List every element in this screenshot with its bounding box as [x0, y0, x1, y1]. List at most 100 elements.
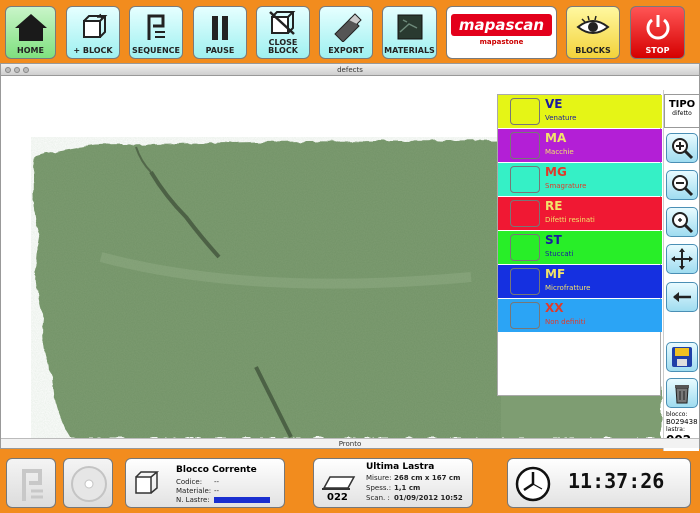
- sequence-icon: [147, 14, 165, 40]
- defect-row-xx[interactable]: XX Non definiti: [498, 299, 662, 332]
- close-block-label: CLOSE BLOCK: [268, 38, 298, 55]
- defect-swatch[interactable]: [510, 132, 540, 159]
- home-label: HOME: [17, 46, 44, 55]
- back-button[interactable]: [666, 282, 698, 312]
- current-block-panel: Blocco Corrente Codice: -- Materiale: --…: [125, 458, 285, 508]
- tipo-header: TIPO difetto: [664, 94, 700, 128]
- defect-code: MA: [545, 131, 567, 145]
- lastra-label: lastra:: [666, 426, 685, 433]
- pause-button[interactable]: PAUSE: [193, 6, 247, 59]
- defect-name: Smagrature: [545, 182, 587, 190]
- defect-swatch[interactable]: [510, 268, 540, 295]
- defect-row-ma[interactable]: MA Macchie: [498, 129, 662, 162]
- disc-button[interactable]: [63, 458, 113, 508]
- defect-code: MF: [545, 267, 566, 281]
- save-button[interactable]: [666, 342, 698, 372]
- materials-button[interactable]: MATERIALS: [382, 6, 437, 59]
- defect-code: VE: [545, 97, 563, 111]
- sequence-label: SEQUENCE: [131, 46, 181, 55]
- usb-drive-icon: [334, 13, 362, 42]
- clock-panel: 11:37:26: [507, 458, 691, 508]
- defect-code: MG: [545, 165, 567, 179]
- defect-swatch[interactable]: [510, 166, 540, 193]
- defect-code: RE: [545, 199, 563, 213]
- defect-name: Macchie: [545, 148, 574, 156]
- export-label: EXPORT: [328, 46, 364, 55]
- zoom-out-icon: [672, 175, 694, 197]
- power-icon: [646, 15, 669, 40]
- add-block-icon: [83, 13, 108, 38]
- mapascan-logo: mapascan mapastone: [446, 6, 557, 59]
- window-title: defects: [337, 66, 363, 74]
- trash-icon: [675, 385, 689, 404]
- last-slab-number: 022: [327, 492, 348, 503]
- last-slab-title: Ultima Lastra: [366, 462, 435, 472]
- app-root: HOME + BLOCK SEQUENCE PAUSE CLOSE BLOCK …: [0, 0, 700, 513]
- move-arrows-icon: [671, 248, 693, 270]
- materiale-value: --: [214, 487, 220, 495]
- spess-value: 1,1 cm: [394, 484, 421, 492]
- scan-value: 01/09/2012 10:52: [394, 494, 463, 502]
- defect-row-mf[interactable]: MF Microfratture: [498, 265, 662, 298]
- sequence-icon: [22, 469, 43, 501]
- scan-label: Scan. :: [366, 494, 390, 502]
- clock-icon: [515, 466, 551, 502]
- add-block-label: + BLOCK: [73, 46, 113, 55]
- brand-name: mapascan: [450, 13, 553, 36]
- pause-icon: [212, 16, 228, 40]
- defect-row-re[interactable]: RE Difetti resinati: [498, 197, 662, 230]
- tipo-subtitle: difetto: [672, 110, 692, 117]
- defect-swatch[interactable]: [510, 234, 540, 261]
- slab-canvas[interactable]: VE Venature MA Macchie MG Smagrature RE Difetti…: [1, 77, 700, 451]
- arrow-left-icon: [673, 292, 691, 302]
- window-titlebar[interactable]: defects: [1, 64, 699, 76]
- close-block-button[interactable]: CLOSE BLOCK: [256, 6, 310, 59]
- close-block-icon: [269, 11, 296, 35]
- defect-name: Microfratture: [545, 284, 591, 292]
- sequence-button[interactable]: SEQUENCE: [129, 6, 183, 59]
- materials-label: MATERIALS: [384, 46, 435, 55]
- stone-slab-icon: [397, 14, 422, 40]
- disc-icon: [71, 466, 107, 502]
- zoom-in-button[interactable]: [666, 133, 698, 163]
- defect-row-mg[interactable]: MG Smagrature: [498, 163, 662, 196]
- lastre-label: N. Lastre:: [176, 496, 210, 504]
- blocks-button[interactable]: BLOCKS: [566, 6, 620, 59]
- brand-sub: mapastone: [479, 37, 524, 46]
- blocco-label: blocco:: [666, 411, 688, 418]
- tipo-title: TIPO: [668, 99, 696, 110]
- zoom-out-button[interactable]: [666, 170, 698, 200]
- zoom-in-icon: [672, 138, 694, 160]
- add-block-button[interactable]: + BLOCK: [66, 6, 120, 59]
- defect-row-st[interactable]: ST Stuccati: [498, 231, 662, 264]
- zoom-fit-icon: [672, 212, 694, 234]
- pause-label: PAUSE: [205, 46, 235, 55]
- blocco-value: B029438: [666, 418, 698, 426]
- current-block-title: Blocco Corrente: [176, 465, 257, 475]
- defect-swatch[interactable]: [510, 200, 540, 227]
- last-slab-panel: 022 Ultima Lastra Misure: 268 cm x 167 c…: [313, 458, 473, 508]
- misure-label: Misure:: [366, 474, 392, 482]
- home-button[interactable]: HOME: [5, 6, 56, 59]
- blocks-label: BLOCKS: [575, 46, 611, 55]
- delete-button[interactable]: [666, 378, 698, 408]
- codice-label: Codice:: [176, 478, 203, 486]
- floppy-disk-icon: [672, 347, 692, 367]
- pan-button[interactable]: [666, 244, 698, 274]
- defect-row-ve[interactable]: VE Venature: [498, 95, 662, 128]
- stop-label: STOP: [645, 46, 670, 55]
- defect-swatch[interactable]: [510, 98, 540, 125]
- export-button[interactable]: EXPORT: [319, 6, 373, 59]
- clock-time: 11:37:26: [568, 469, 665, 493]
- defect-name: Venature: [545, 114, 577, 122]
- materiale-label: Materiale:: [176, 487, 212, 495]
- right-toolbar: TIPO difetto blocco: B029438 lastra: 002: [663, 90, 700, 451]
- codice-value: --: [214, 478, 220, 486]
- slab-icon: [322, 476, 356, 490]
- home-icon: [14, 14, 47, 41]
- eye-icon: [576, 15, 610, 34]
- stop-button[interactable]: STOP: [630, 6, 685, 59]
- sequence-shortcut-button[interactable]: [6, 458, 56, 508]
- defect-swatch[interactable]: [510, 302, 540, 329]
- zoom-fit-button[interactable]: [666, 207, 698, 237]
